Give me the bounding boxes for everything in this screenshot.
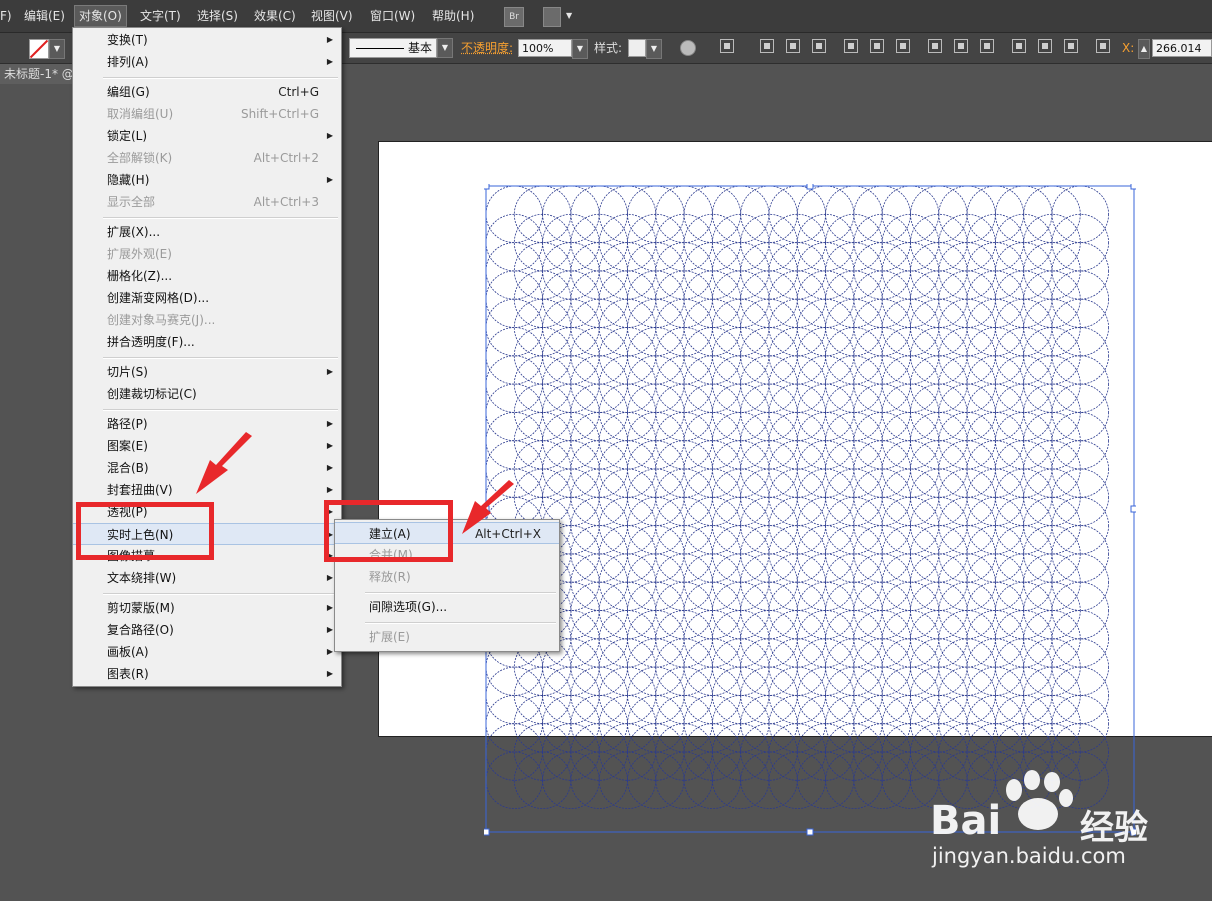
- annotation-arrows: [196, 432, 514, 534]
- baidu-jingyan-watermark: Bai 经验 jingyan.baidu.com: [930, 770, 1200, 880]
- watermark-brand-cn: 经验: [1080, 808, 1148, 848]
- annotation-arrow-icon: [196, 432, 252, 494]
- watermark-url: jingyan.baidu.com: [932, 844, 1126, 868]
- paw-logo-icon: [1006, 770, 1073, 830]
- watermark-brand: Bai: [930, 798, 1002, 844]
- annotation-arrow-icon: [462, 480, 514, 534]
